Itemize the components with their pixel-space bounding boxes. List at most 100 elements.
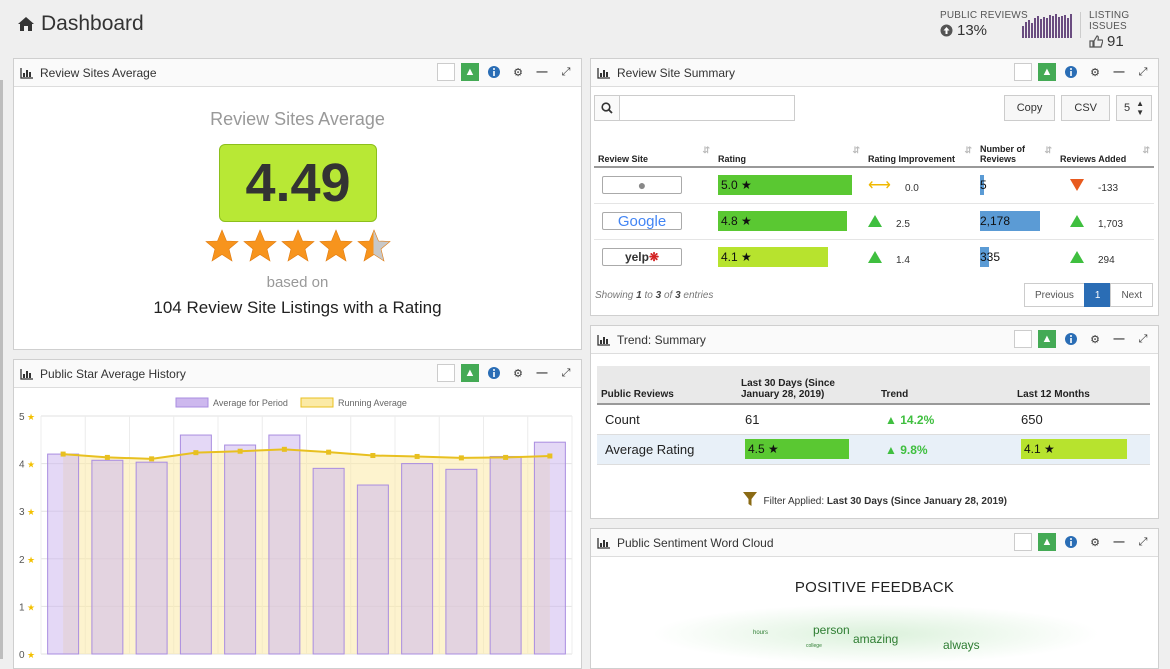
select-checkbox[interactable]: [437, 63, 455, 81]
search-input[interactable]: [620, 95, 795, 121]
settings-button[interactable]: ⚙: [509, 364, 527, 382]
column-label: Rating: [718, 154, 746, 164]
rating-bar: 5.0 ★: [718, 175, 852, 196]
pin-button[interactable]: ▲: [1038, 63, 1056, 81]
home-icon: [18, 17, 34, 31]
column-header-added[interactable]: Reviews Added ⇵: [1056, 133, 1154, 168]
expand-button[interactable]: ⤢: [1134, 330, 1152, 348]
running-average-point: [547, 453, 553, 459]
panel-title: Public Sentiment Word Cloud: [617, 535, 774, 550]
rating-bar: 4.5 ★: [745, 439, 849, 459]
star-icon: ★: [741, 178, 752, 193]
filter-value: Last 30 Days (Since January 28, 2019): [826, 496, 1008, 507]
settings-button[interactable]: ⚙: [1086, 533, 1104, 551]
public-reviews-stat[interactable]: PUBLIC REVIEWS 13%: [940, 10, 1028, 39]
sort-icon: ⇵: [1142, 145, 1150, 155]
expand-button[interactable]: ⤢: [1134, 63, 1152, 81]
cloud-word[interactable]: amazing: [853, 632, 898, 646]
minimize-button[interactable]: —: [533, 63, 551, 81]
y-tick-label: 4: [19, 460, 25, 471]
expand-button[interactable]: ⤢: [1134, 533, 1152, 551]
table-row[interactable]: ● 5.0 ★ ⟷ 0.0 5 -133: [594, 166, 1154, 203]
previous-button[interactable]: Previous: [1023, 283, 1085, 307]
running-average-point: [370, 453, 376, 459]
sort-icon: ⇵: [852, 145, 860, 155]
expand-button[interactable]: ⤢: [557, 364, 575, 382]
table-row[interactable]: yelp ❋ 4.1 ★ 1.4 335 294: [594, 238, 1154, 275]
listing-issues-stat[interactable]: LISTING ISSUES 91: [1089, 10, 1170, 50]
panel-header: Review Site Summary ▲ ⚙ — ⤢: [591, 59, 1158, 87]
cloud-word[interactable]: hours: [753, 630, 768, 636]
star-icon: ★: [27, 413, 35, 423]
column-label: Number of Reviews: [980, 144, 1025, 164]
filter-label: Filter Applied:: [763, 496, 825, 507]
search-button[interactable]: [594, 95, 620, 121]
column-header-rating[interactable]: Rating ⇵: [714, 133, 864, 168]
up-arrow-icon: [1070, 215, 1084, 227]
column-header-reviews[interactable]: Number of Reviews ⇵: [976, 133, 1056, 168]
info-icon: [1065, 333, 1077, 345]
info-to-word: to: [644, 290, 653, 301]
cloud-word[interactable]: always: [943, 638, 980, 652]
trend-summary-panel: Trend: Summary ▲ ⚙ — ⤢ Public Reviews La…: [590, 325, 1159, 519]
info-button[interactable]: [485, 364, 503, 382]
csv-button[interactable]: CSV: [1061, 95, 1110, 121]
pin-button[interactable]: ▲: [1038, 533, 1056, 551]
minus-icon: —: [1113, 536, 1125, 548]
page-size-select[interactable]: 5 ▲ ▼: [1116, 95, 1152, 121]
minimize-button[interactable]: —: [1110, 533, 1128, 551]
pin-button[interactable]: ▲: [461, 63, 479, 81]
up-arrow-icon: [868, 215, 882, 227]
cloud-word[interactable]: college: [806, 643, 822, 649]
table-header-row: Public Reviews Last 30 Days (Since Janua…: [597, 366, 1150, 405]
minimize-button[interactable]: —: [533, 364, 551, 382]
column-header-improvement[interactable]: Rating Improvement ⇵: [864, 133, 976, 168]
legend-label: Average for Period: [213, 398, 288, 408]
copy-button[interactable]: Copy: [1003, 95, 1056, 121]
gear-icon: ⚙: [1090, 333, 1100, 346]
review-site-summary-panel: Review Site Summary ▲ ⚙ — ⤢ Copy CSV 5 ▲ ▼…: [590, 58, 1159, 316]
table-row[interactable]: Google 4.8 ★ 2.5 2,178 1,703: [594, 202, 1154, 239]
column-header: Public Reviews: [597, 366, 737, 405]
settings-button[interactable]: ⚙: [1086, 63, 1104, 81]
apple-logo: ●: [602, 176, 682, 195]
pin-icon: ▲: [1041, 66, 1053, 78]
minimize-button[interactable]: —: [1110, 63, 1128, 81]
info-button[interactable]: [485, 63, 503, 81]
pin-button[interactable]: ▲: [1038, 330, 1056, 348]
info-button[interactable]: [1062, 533, 1080, 551]
select-checkbox[interactable]: [1014, 533, 1032, 551]
star-icon: ★: [741, 250, 752, 265]
info-button[interactable]: [1062, 63, 1080, 81]
rating-value: 5.0: [721, 178, 738, 193]
settings-button[interactable]: ⚙: [1086, 330, 1104, 348]
up-arrow-icon: [868, 251, 882, 264]
page-1-button[interactable]: 1: [1083, 283, 1112, 307]
sparkline-bar: [1022, 26, 1024, 38]
star-history-chart: Average for Period Running Average0 ★1 ★2 ★3…: [19, 397, 573, 660]
select-checkbox[interactable]: [1014, 330, 1032, 348]
panel-header: Public Sentiment Word Cloud ▲ ⚙ — ⤢: [591, 529, 1158, 557]
sparkline-bar: [1046, 18, 1048, 38]
expand-button[interactable]: ⤢: [557, 63, 575, 81]
minimize-button[interactable]: —: [1110, 330, 1128, 348]
select-checkbox[interactable]: [1014, 63, 1032, 81]
star-icon: [319, 229, 353, 262]
select-checkbox[interactable]: [437, 364, 455, 382]
review-site-table: Review Site ⇵ Rating ⇵ Rating Improvement ⇵…: [594, 133, 1154, 275]
down-arrow-icon: [1070, 179, 1084, 192]
info-button[interactable]: [1062, 330, 1080, 348]
sparkline-bar: [1031, 23, 1033, 38]
pin-button[interactable]: ▲: [461, 364, 479, 382]
column-header-site[interactable]: Review Site ⇵: [594, 133, 714, 168]
cell-site: yelp ❋: [594, 238, 714, 275]
rating-bar: 4.1 ★: [718, 247, 828, 268]
panel-header: Trend: Summary ▲ ⚙ — ⤢: [591, 326, 1158, 354]
cell-site: Google: [594, 202, 714, 239]
cloud-word[interactable]: person: [813, 623, 850, 637]
next-button[interactable]: Next: [1110, 283, 1153, 307]
cell-rating: 5.0 ★: [714, 166, 864, 203]
expand-icon: ⤢: [1138, 535, 1148, 548]
avg-12-months: 4.1 ★: [1013, 433, 1150, 465]
settings-button[interactable]: ⚙: [509, 63, 527, 81]
